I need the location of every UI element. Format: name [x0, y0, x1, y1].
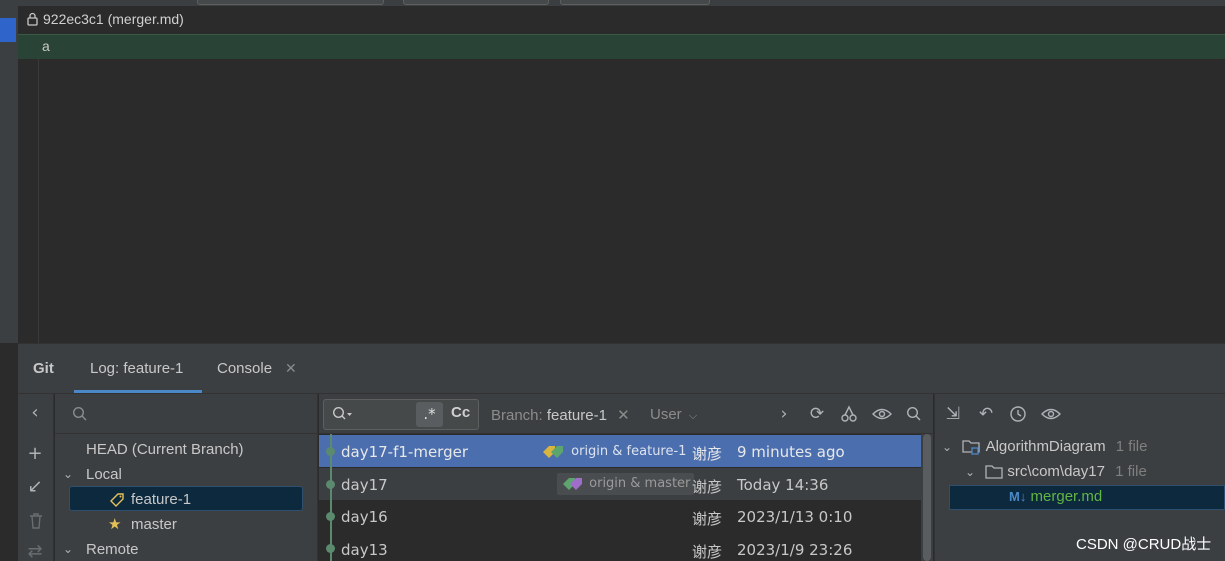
folder-icon — [985, 465, 1003, 479]
branch-item[interactable]: feature-1 — [55, 487, 318, 512]
trash-icon[interactable] — [28, 512, 44, 530]
commit-message: day16 — [341, 508, 388, 526]
branch-search[interactable] — [55, 394, 318, 434]
add-icon[interactable]: + — [24, 443, 46, 465]
branch-filter-label: Branch: — [491, 407, 543, 424]
search-icon[interactable] — [906, 406, 922, 422]
left-gutter — [0, 6, 18, 343]
undo-icon[interactable]: ↶ — [975, 403, 997, 425]
close-icon[interactable]: ✕ — [285, 361, 297, 377]
toolbar-field[interactable] — [403, 0, 549, 5]
user-filter-label: User — [650, 406, 682, 423]
commit-author: 谢彦 — [692, 445, 723, 463]
lock-icon — [27, 12, 38, 26]
tag-icon — [563, 477, 582, 490]
chevron-right-icon[interactable]: › — [773, 403, 795, 425]
editor-area[interactable] — [18, 34, 1225, 343]
commit-author: 谢彦 — [692, 543, 723, 561]
commit-message: day13 — [341, 541, 388, 559]
chevron-down-icon: ⌵ — [688, 410, 698, 422]
refresh-icon[interactable]: ⟳ — [806, 403, 828, 425]
history-icon[interactable] — [1009, 405, 1027, 423]
folder-label: src\com\day17 — [1007, 463, 1105, 480]
watermark: CSDN @CRUD战士 — [1076, 536, 1212, 553]
commit-date: 2023/1/13 0:10 — [737, 508, 853, 526]
added-line-highlight — [18, 34, 1225, 59]
commit-author: 谢彦 — [692, 510, 723, 528]
editor-gutter-separator — [38, 59, 39, 343]
tab-git[interactable]: Git — [33, 360, 54, 377]
branch-item[interactable]: ★ master — [55, 512, 318, 537]
group-label: Remote — [86, 541, 139, 558]
commit-graph-node — [326, 480, 335, 489]
chevron-down-icon: ⌄ — [63, 542, 74, 556]
branch-group-local[interactable]: ⌄ Local — [55, 462, 318, 487]
commit-message: day17 — [341, 476, 388, 494]
cherry-pick-icon[interactable] — [840, 405, 858, 423]
commit-graph-node — [326, 544, 335, 553]
tool-window-tabbar — [18, 343, 1225, 394]
branch-label: feature-1 — [131, 491, 192, 508]
active-tab-indicator — [74, 390, 202, 393]
regex-toggle[interactable]: .* — [416, 402, 443, 427]
module-folder-icon — [962, 440, 980, 455]
commit-date: 9 minutes ago — [737, 443, 845, 461]
chevron-down-icon: ⌄ — [965, 465, 976, 479]
commit-date: 2023/1/9 23:26 — [737, 541, 853, 559]
branch-group-remote[interactable]: ⌄ Remote — [55, 537, 318, 561]
search-icon — [72, 406, 87, 421]
tag-icon — [543, 445, 563, 458]
commit-message: day17-f1-merger — [341, 443, 468, 461]
commit-graph-node — [326, 512, 335, 521]
expand-collapse-icon[interactable]: ⇲ — [942, 403, 964, 425]
commit-date: Today 14:36 — [737, 476, 829, 494]
root-label: AlgorithmDiagram — [985, 438, 1106, 455]
file-count: 1 file — [1115, 463, 1147, 480]
collapse-left-icon[interactable]: ‹ — [24, 402, 46, 424]
changes-tree-file[interactable]: M↓ merger.md — [1009, 488, 1102, 505]
ref-label: origin & feature-1 — [571, 444, 687, 459]
ref-badge: origin & feature-1 — [537, 441, 690, 463]
file-title: 922ec3c1 (merger.md) — [43, 11, 184, 27]
commit-graph-node — [326, 447, 335, 456]
arrow-down-left-icon[interactable]: ↙ — [24, 476, 46, 498]
star-icon: ★ — [108, 516, 122, 533]
diff-header — [18, 6, 1225, 34]
commit-author: 谢彦 — [692, 478, 723, 496]
log-scrollbar-thumb[interactable] — [923, 434, 931, 561]
group-label: Local — [86, 466, 122, 483]
file-label: merger.md — [1030, 488, 1103, 505]
markdown-file-icon: M↓ — [1009, 489, 1027, 504]
search-options-icon[interactable] — [332, 406, 354, 422]
tab-log[interactable]: Log: feature-1 — [90, 360, 183, 377]
changes-tree-folder[interactable]: ⌄ src\com\day17 1 file — [965, 463, 1147, 480]
close-icon[interactable]: ✕ — [617, 407, 630, 424]
match-case-toggle[interactable]: Cc — [451, 404, 470, 421]
file-count: 1 file — [1115, 438, 1148, 455]
ref-label: origin & master — [589, 476, 691, 491]
chevron-down-icon: ⌄ — [942, 440, 953, 454]
changes-tree-root[interactable]: ⌄ AlgorithmDiagram 1 file — [942, 438, 1147, 455]
toolbar-field[interactable] — [197, 0, 384, 5]
toolbar-field[interactable] — [560, 0, 710, 5]
tag-icon — [110, 493, 124, 507]
tab-console[interactable]: Console — [217, 360, 272, 377]
eye-icon[interactable] — [1041, 407, 1061, 421]
eye-icon[interactable] — [872, 407, 892, 421]
ref-badge: origin & master — [557, 473, 695, 495]
branch-label: master — [131, 516, 177, 533]
compare-icon[interactable]: ⇄ — [24, 541, 46, 561]
gutter-marker — [0, 18, 16, 42]
editor-line-text[interactable]: a — [42, 38, 50, 54]
chevron-down-icon: ⌄ — [63, 467, 74, 481]
branch-filter[interactable]: Branch: feature-1 ✕ — [491, 406, 630, 424]
branch-filter-value: feature-1 — [546, 407, 607, 424]
user-filter[interactable]: User ⌵ — [650, 406, 697, 423]
branch-head[interactable]: HEAD (Current Branch) — [55, 437, 318, 462]
